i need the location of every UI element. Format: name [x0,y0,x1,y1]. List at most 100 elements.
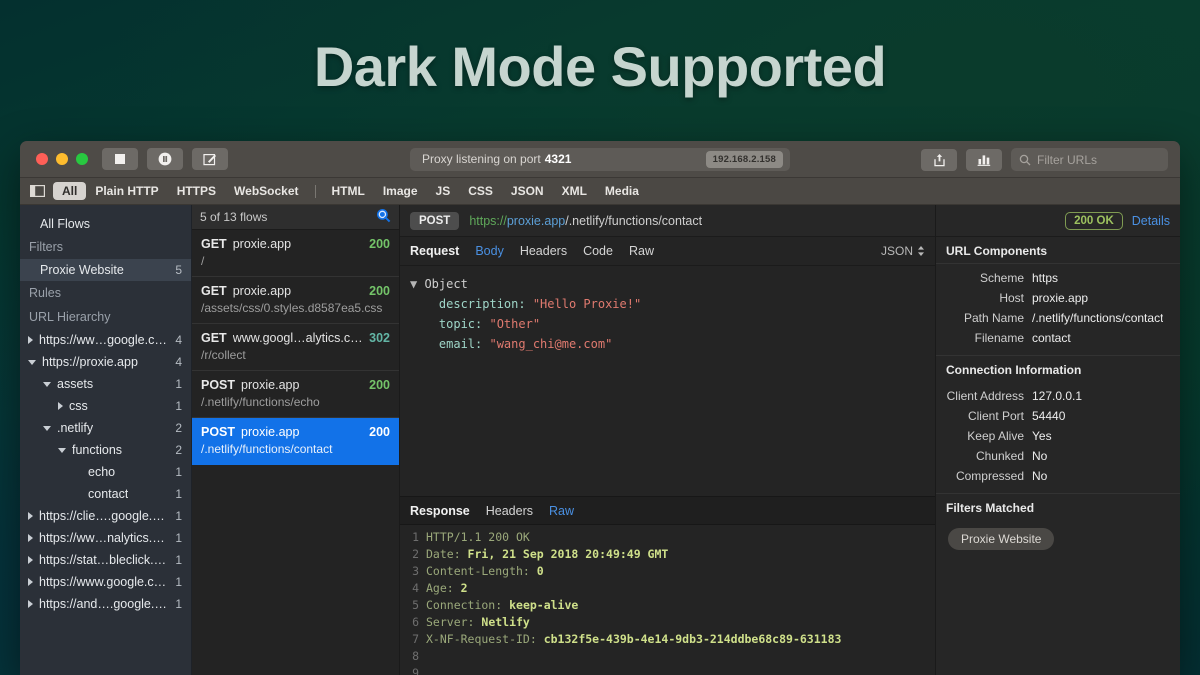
tab-request-raw[interactable]: Raw [629,244,654,258]
tab-request-headers[interactable]: Headers [520,244,567,258]
raw-header-line: 9 [400,665,935,675]
sidebar-hierarchy-item[interactable]: functions 2 [20,439,191,461]
inspector-row-value: Yes [1032,429,1052,443]
filter-tab-image[interactable]: Image [374,182,427,200]
filter-tab-websocket[interactable]: WebSocket [225,182,307,200]
header-name: Server: [426,615,482,629]
line-number: 3 [412,564,419,578]
sidebar-hierarchy-item[interactable]: .netlify 2 [20,417,191,439]
inspector-row-label: Chunked [975,449,1024,463]
compose-button[interactable] [192,148,228,170]
sidebar-item-count: 1 [175,399,182,413]
filter-tab-https[interactable]: HTTPS [168,182,225,200]
inspector-row-label: Keep Alive [967,429,1024,443]
zoom-button[interactable] [76,153,88,165]
disclosure-triangle-icon[interactable] [28,512,33,520]
sidebar-toggle-icon [30,185,45,197]
sidebar-item-count: 1 [175,553,182,567]
sidebar-item-count: 1 [175,531,182,545]
filter-tab-media[interactable]: Media [596,182,648,200]
chevron-updown-icon [918,246,924,256]
flow-count-label: 5 of 13 flows [200,210,268,224]
sidebar-hierarchy-item[interactable]: https://and….google.com 1 [20,593,191,615]
disclosure-triangle-icon[interactable] [28,359,36,365]
sidebar-item-count: 1 [175,597,182,611]
filter-tab-all[interactable]: All [53,182,87,200]
sidebar-hierarchy-item[interactable]: https://stat…bleclick.net 1 [20,549,191,571]
sidebar-hierarchy-item[interactable]: contact 1 [20,483,191,505]
filter-tab-css[interactable]: CSS [459,182,502,200]
sidebar-toggle-button[interactable] [30,185,45,197]
raw-header-line: 3 Content-Length: 0 [400,563,935,580]
tab-response-raw[interactable]: Raw [549,504,574,518]
disclosure-triangle-icon[interactable] [28,336,33,344]
request-url-bar: POST https://proxie.app/.netlify/functio… [400,205,935,237]
sidebar-hierarchy-item[interactable]: echo 1 [20,461,191,483]
minimize-button[interactable] [56,153,68,165]
flow-list-item[interactable]: POST proxie.app 200 /.netlify/functions/con… [192,418,399,465]
inspector-row: Compressed No [936,466,1180,486]
tab-request-body[interactable]: Body [475,244,504,258]
sidebar-hierarchy-item[interactable]: https://ww…google.co.jp 4 [20,329,191,351]
disclosure-triangle-icon[interactable] [28,600,33,608]
flow-list-item[interactable]: GET proxie.app 200/assets/css/0.styles.d85… [192,277,399,324]
sidebar-hierarchy-item[interactable]: assets 1 [20,373,191,395]
flow-host: proxie.app [241,378,300,392]
line-number: 4 [412,581,419,595]
inspector-row: Client Port 54440 [936,406,1180,426]
json-root-row[interactable]: ▼ Object [410,274,925,294]
left-sidebar: All Flows Filters Proxie Website 5 Rules… [20,205,192,675]
sidebar-hierarchy-item[interactable]: https://www.google.com 1 [20,571,191,593]
statistics-button[interactable] [966,148,1002,171]
sidebar-item-label: https://stat…bleclick.net [39,553,170,567]
flow-search-button[interactable] [376,208,391,226]
matched-filter-chip[interactable]: Proxie Website [948,528,1055,550]
filter-tab-xml[interactable]: XML [553,182,596,200]
body-format-select[interactable]: JSON [881,244,925,258]
header-name: Content-Length: [426,564,537,578]
sidebar-item-proxie-website[interactable]: Proxie Website 5 [20,259,191,281]
disclosure-triangle-icon[interactable] [28,556,33,564]
flow-list-item[interactable]: GET proxie.app 200 / [192,230,399,277]
sidebar-hierarchy-item[interactable]: https://clie….google.com 1 [20,505,191,527]
status-badge: 200 OK [1065,211,1123,230]
filter-urls-input[interactable]: Filter URLs [1011,148,1168,171]
disclosure-triangle-icon[interactable] [43,381,51,387]
disclosure-triangle-icon[interactable] [43,425,51,431]
proxy-port: 4321 [544,152,572,166]
sidebar-item-label: .netlify [57,421,94,435]
filter-tab-js[interactable]: JS [427,182,460,200]
json-field-key: topic: [410,317,490,331]
close-button[interactable] [36,153,48,165]
sidebar-hierarchy-item[interactable]: css 1 [20,395,191,417]
inspector-row: Client Address 127.0.0.1 [936,386,1180,406]
stop-button[interactable] [102,148,138,170]
sidebar-hierarchy-item[interactable]: https://ww…nalytics.com 1 [20,527,191,549]
sidebar-item-label: https://ww…nalytics.com [39,531,170,545]
disclosure-triangle-icon[interactable]: ▼ [410,277,424,291]
flow-item-header: GET proxie.app 200 [201,284,390,298]
sidebar-hierarchy-item[interactable]: https://proxie.app 4 [20,351,191,373]
request-url[interactable]: https://proxie.app/.netlify/functions/co… [469,214,702,228]
filter-tab-plain-http[interactable]: Plain HTTP [86,182,167,200]
disclosure-triangle-icon[interactable] [58,447,66,453]
filter-tab-json[interactable]: JSON [502,182,553,200]
sidebar-heading-rules: Rules [29,286,61,300]
sidebar-item-all-flows[interactable]: All Flows [20,213,191,235]
tab-request-code[interactable]: Code [583,244,613,258]
disclosure-triangle-icon[interactable] [28,578,33,586]
flow-list-item[interactable]: GET www.googl…alytics.com 302/r/collect [192,324,399,371]
flow-list-item[interactable]: POST proxie.app 200 /.netlify/functions/ech… [192,371,399,418]
disclosure-triangle-icon[interactable] [58,402,63,410]
json-field-value: "Other" [489,317,541,331]
filter-tab-html[interactable]: HTML [323,182,374,200]
pause-button[interactable] [147,148,183,170]
flow-status-code: 200 [369,425,390,439]
tab-response-headers[interactable]: Headers [486,504,533,518]
flow-status-code: 302 [369,331,390,345]
details-link[interactable]: Details [1132,214,1170,228]
disclosure-triangle-icon[interactable] [28,534,33,542]
share-button[interactable] [921,148,957,171]
search-icon [377,209,391,223]
inspector-row: Keep Alive Yes [936,426,1180,446]
